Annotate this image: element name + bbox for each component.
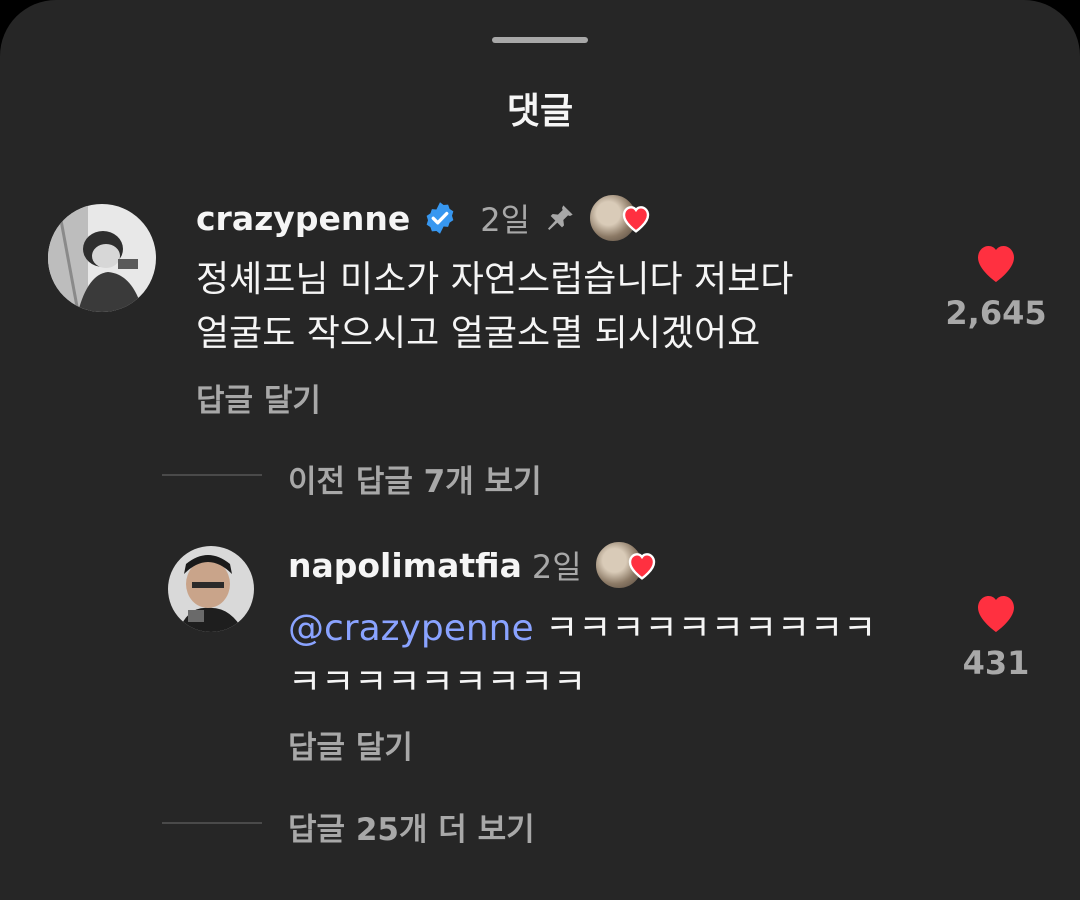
comment-meta: napolimatfia 2일 [288,540,658,590]
avatar[interactable] [168,546,254,632]
comment-text-line: ㅋㅋㅋㅋㅋㅋㅋㅋㅋ [288,662,587,703]
thread-divider [162,822,262,824]
like-column: 2,645 [936,240,1056,332]
pin-icon [544,202,576,234]
sheet-title: 댓글 [506,91,574,132]
comment-time: 2일 [531,548,582,586]
verified-badge-icon [422,200,458,236]
drag-handle[interactable] [492,37,588,43]
like-column: 431 [936,590,1056,682]
comment-time: 2일 [480,201,531,239]
creator-like-indicator [593,540,658,590]
comment-username[interactable]: napolimatfia [288,546,522,585]
comment-text: @crazypenne ㅋㅋㅋㅋㅋㅋㅋㅋㅋㅋ ㅋㅋㅋㅋㅋㅋㅋㅋㅋ [288,602,876,710]
heart-icon[interactable] [936,590,1056,638]
comment-text: 정셰프님 미소가 자연스럽습니다 저보다 얼굴도 작으시고 얼굴소멸 되시겠어요 [196,253,793,361]
comment-username[interactable]: crazypenne [196,199,410,238]
view-previous-replies[interactable]: 이전 답글 7개 보기 [288,456,542,501]
comment-text-line: 얼굴도 작으시고 얼굴소멸 되시겠어요 [196,313,761,354]
comment-text-line: 정셰프님 미소가 자연스럽습니다 저보다 [196,259,794,300]
avatar-image-icon [48,204,156,312]
view-more-replies[interactable]: 답글 25개 더 보기 [288,804,535,849]
mini-heart-icon [620,203,652,237]
mention-link[interactable]: @crazypenne [288,608,534,649]
thread-divider [162,474,262,476]
like-count: 431 [962,644,1030,682]
comment-text-line: @crazypenne ㅋㅋㅋㅋㅋㅋㅋㅋㅋㅋ [288,602,876,656]
avatar[interactable] [48,204,156,312]
comments-sheet: 댓글 crazypenne 2일 정셰프님 미소가 자연스럽습니다 저보다 얼굴… [0,0,1080,900]
like-count: 2,645 [945,294,1047,332]
mini-heart-icon [626,550,658,584]
reply-button[interactable]: 답글 달기 [288,722,413,767]
comment-meta: crazypenne 2일 [196,193,652,243]
heart-icon[interactable] [936,240,1056,288]
creator-like-indicator [588,193,652,243]
comment-text-part: ㅋㅋㅋㅋㅋㅋㅋㅋㅋㅋ [545,608,877,649]
avatar-image-icon [168,546,254,632]
reply-button[interactable]: 답글 달기 [196,375,321,420]
